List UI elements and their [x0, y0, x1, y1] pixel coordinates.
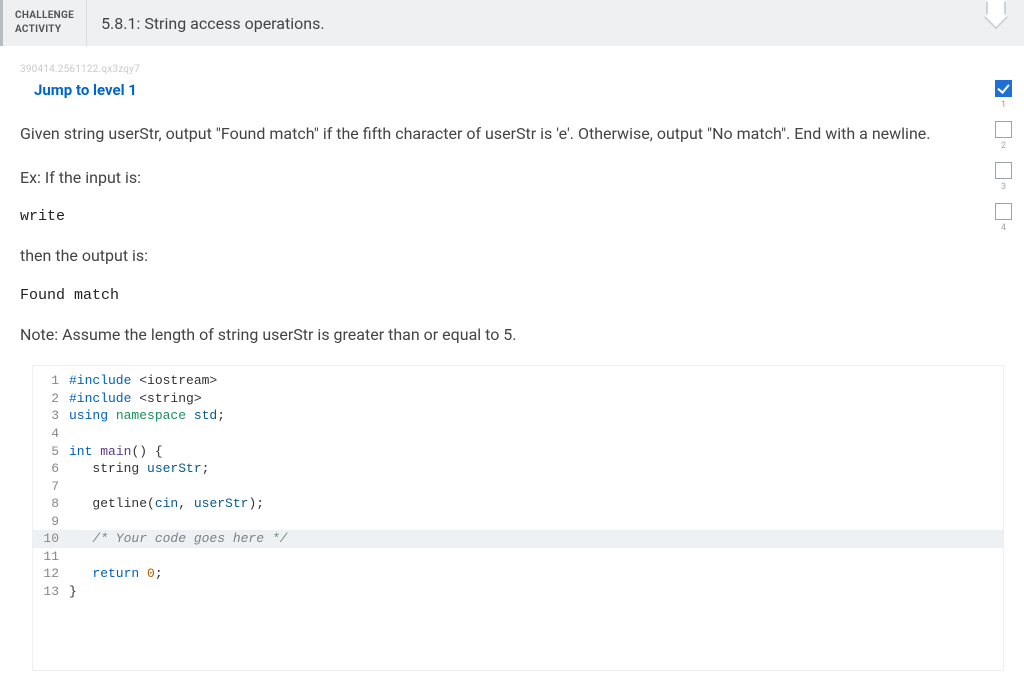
progress-step-number: 3	[1001, 182, 1006, 192]
activity-badge: CHALLENGE ACTIVITY	[3, 0, 87, 46]
line-number: 6	[33, 460, 69, 478]
line-number: 9	[33, 513, 69, 531]
code-text	[69, 425, 1003, 443]
activity-content: 390414.2561122.qx3zqy7 Jump to level 1 G…	[0, 46, 1024, 691]
badge-line2: ACTIVITY	[15, 23, 74, 37]
line-number: 1	[33, 372, 69, 390]
example-output: Found match	[20, 287, 1004, 304]
code-line[interactable]: 10 /* Your code goes here */	[33, 530, 1003, 548]
line-number: 4	[33, 425, 69, 443]
line-number: 12	[33, 565, 69, 583]
code-line[interactable]: 8 getline(cin, userStr);	[33, 495, 1003, 513]
code-text: /* Your code goes here */	[69, 530, 1003, 548]
line-number: 3	[33, 407, 69, 425]
progress-step[interactable]	[995, 162, 1012, 179]
line-number: 11	[33, 548, 69, 566]
activity-title: 5.8.1: String access operations.	[87, 0, 324, 46]
example-input: write	[20, 208, 1004, 225]
code-text	[69, 478, 1003, 496]
code-line[interactable]: 9	[33, 513, 1003, 531]
line-number: 8	[33, 495, 69, 513]
progress-step-number: 2	[1001, 141, 1006, 151]
reference-id: 390414.2561122.qx3zqy7	[20, 64, 1004, 75]
code-text: using namespace std;	[69, 407, 1003, 425]
code-editor[interactable]: 1#include <iostream>2#include <string>3u…	[32, 365, 1004, 671]
code-text: return 0;	[69, 565, 1003, 583]
note-text: Note: Assume the length of string userSt…	[20, 322, 1004, 348]
code-line[interactable]: 7	[33, 478, 1003, 496]
code-line[interactable]: 1#include <iostream>	[33, 372, 1003, 390]
code-line[interactable]: 6 string userStr;	[33, 460, 1003, 478]
code-line[interactable]: 12 return 0;	[33, 565, 1003, 583]
page-root: CHALLENGE ACTIVITY 5.8.1: String access …	[0, 0, 1024, 691]
collapse-toggle[interactable]	[986, 0, 1024, 46]
prompt-text: Given string userStr, output "Found matc…	[20, 121, 1004, 147]
code-text: }	[69, 583, 1003, 601]
code-text	[69, 513, 1003, 531]
code-text: int main() {	[69, 443, 1003, 461]
code-text: getline(cin, userStr);	[69, 495, 1003, 513]
problem-statement: Given string userStr, output "Found matc…	[20, 121, 1004, 347]
then-label: then the output is:	[20, 243, 1004, 269]
code-line[interactable]: 11	[33, 548, 1003, 566]
code-text	[69, 548, 1003, 566]
line-number: 10	[33, 530, 69, 548]
level-progress: 1 2 3 4	[995, 80, 1012, 241]
progress-step[interactable]	[995, 80, 1012, 97]
progress-step[interactable]	[995, 203, 1012, 220]
code-line[interactable]: 5int main() {	[33, 443, 1003, 461]
code-line[interactable]: 2#include <string>	[33, 390, 1003, 408]
line-number: 2	[33, 390, 69, 408]
code-line[interactable]: 4	[33, 425, 1003, 443]
line-number: 5	[33, 443, 69, 461]
code-text: string userStr;	[69, 460, 1003, 478]
code-text: #include <string>	[69, 390, 1003, 408]
badge-line1: CHALLENGE	[15, 9, 74, 23]
jump-to-level-link[interactable]: Jump to level 1	[34, 81, 137, 99]
example-label: Ex: If the input is:	[20, 165, 1004, 191]
code-line[interactable]: 3using namespace std;	[33, 407, 1003, 425]
progress-step-number: 4	[1001, 223, 1006, 233]
line-number: 7	[33, 478, 69, 496]
code-text: #include <iostream>	[69, 372, 1003, 390]
activity-header: CHALLENGE ACTIVITY 5.8.1: String access …	[0, 0, 1024, 46]
code-line[interactable]: 13}	[33, 583, 1003, 601]
line-number: 13	[33, 583, 69, 601]
chevron-down-icon	[986, 2, 1006, 16]
progress-step-number: 1	[1001, 100, 1006, 110]
progress-step[interactable]	[995, 121, 1012, 138]
